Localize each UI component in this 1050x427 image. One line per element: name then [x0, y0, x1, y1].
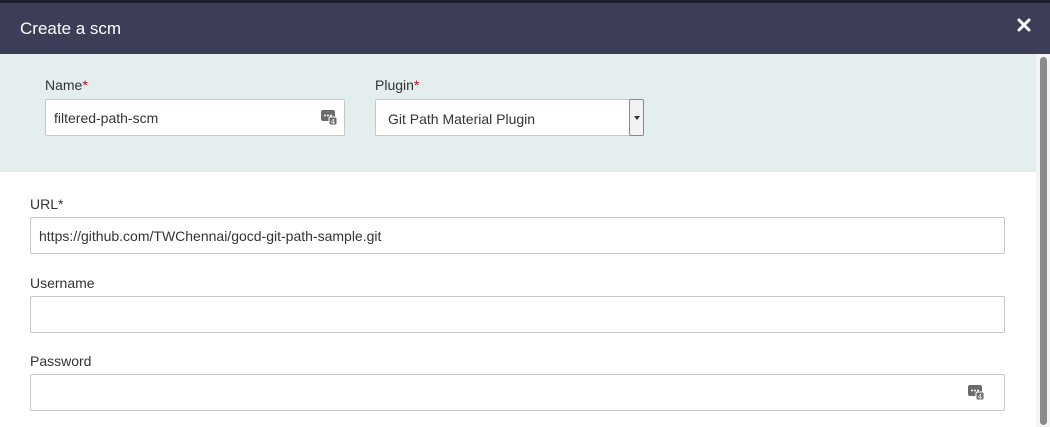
plugin-label-text: Plugin	[375, 77, 414, 93]
plugin-select-toggle[interactable]	[629, 99, 644, 136]
modal-title: Create a scm	[20, 19, 122, 38]
plugin-label: Plugin*	[375, 77, 419, 93]
plugin-select-value: Git Path Material Plugin	[388, 111, 536, 127]
name-label-text: Name	[45, 77, 83, 93]
plugin-section: Name* 4 Plugin* Git Path Material Plugin	[0, 54, 1036, 172]
username-label: Username	[30, 275, 95, 291]
name-required-mark: *	[82, 77, 88, 93]
password-manager-icon[interactable]: 4	[967, 383, 985, 401]
close-icon[interactable]	[1016, 17, 1032, 33]
chevron-down-icon	[634, 116, 640, 120]
name-label: Name*	[45, 77, 88, 93]
modal-header: Create a scm	[0, 3, 1050, 54]
svg-text:4: 4	[978, 393, 983, 401]
username-input[interactable]	[30, 296, 1005, 333]
scrollbar-thumb[interactable]	[1040, 57, 1047, 425]
url-label: URL*	[30, 196, 64, 212]
plugin-select[interactable]: Git Path Material Plugin	[375, 99, 644, 136]
url-input[interactable]	[30, 217, 1005, 254]
password-label: Password	[30, 353, 92, 369]
name-input[interactable]	[45, 99, 345, 136]
svg-text:4: 4	[331, 118, 336, 126]
password-manager-icon[interactable]: 4	[320, 108, 338, 126]
password-input[interactable]	[30, 374, 1005, 411]
plugin-required-mark: *	[413, 77, 420, 93]
